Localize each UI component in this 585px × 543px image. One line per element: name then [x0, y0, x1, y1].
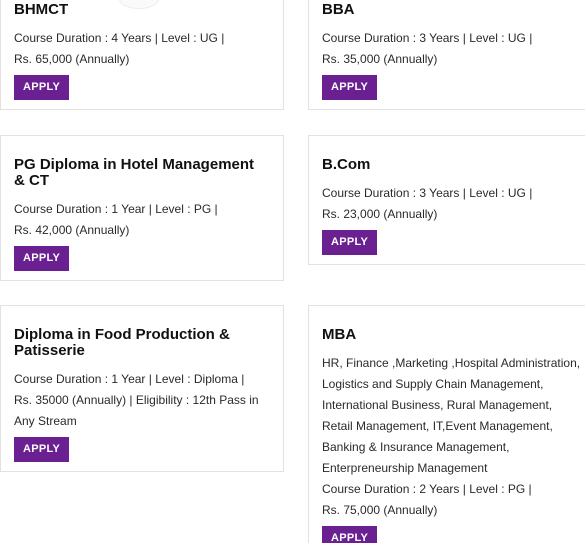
apply-button[interactable]: APPLY — [322, 75, 378, 100]
apply-button[interactable]: APPLY — [14, 75, 70, 100]
apply-button[interactable]: APPLY — [322, 230, 378, 255]
course-duration: Course Duration : 1 Year | Level : PG | — [14, 202, 218, 216]
course-duration: Course Duration : 3 Years | Level : UG | — [322, 186, 533, 200]
course-fee: Rs. 42,000 (Annually) — [14, 223, 130, 237]
apply-button[interactable]: APPLY — [14, 437, 70, 462]
course-fee: Rs. 65,000 (Annually) — [14, 52, 130, 66]
course-fee: Rs. 75,000 (Annually) — [322, 503, 438, 517]
course-card-bhmct: BHMCT Course Duration : 4 Years | Level … — [0, 0, 284, 110]
course-duration: Course Duration : 3 Years | Level : UG | — [322, 31, 533, 45]
course-fee: Rs. 35000 (Annually) | Eligibility : 12t… — [14, 393, 259, 428]
course-title: BHMCT — [14, 1, 69, 18]
course-title: MBA — [322, 326, 357, 343]
course-title: B.Com — [322, 156, 371, 173]
course-card-bcom: B.Com Course Duration : 3 Years | Level … — [308, 135, 585, 265]
apply-button[interactable]: APPLY — [322, 526, 378, 543]
apply-button[interactable]: APPLY — [14, 246, 70, 271]
course-fee: Rs. 35,000 (Annually) — [322, 52, 438, 66]
course-title: BBA — [322, 1, 355, 18]
course-fee: Rs. 23,000 (Annually) — [322, 207, 438, 221]
course-duration: Course Duration : 4 Years | Level : UG | — [14, 31, 225, 45]
course-card-food-production: Diploma in Food Production & Patisserie … — [0, 305, 284, 472]
course-card-mba: MBA HR, Finance ,Marketing ,Hospital Adm… — [308, 305, 585, 543]
course-title: PG Diploma in Hotel Management & CT — [14, 156, 255, 189]
course-duration: Course Duration : 1 Year | Level : Diplo… — [14, 372, 245, 386]
course-listing: BHMCT Course Duration : 4 Years | Level … — [0, 0, 585, 543]
course-card-pg-diploma: PG Diploma in Hotel Management & CT Cour… — [0, 135, 284, 281]
course-title: Diploma in Food Production & Patisserie — [14, 326, 230, 359]
course-card-bba: BBA Course Duration : 3 Years | Level : … — [308, 0, 585, 110]
course-duration: Course Duration : 2 Years | Level : PG | — [322, 482, 532, 496]
course-specializations: HR, Finance ,Marketing ,Hospital Adminis… — [322, 356, 581, 475]
